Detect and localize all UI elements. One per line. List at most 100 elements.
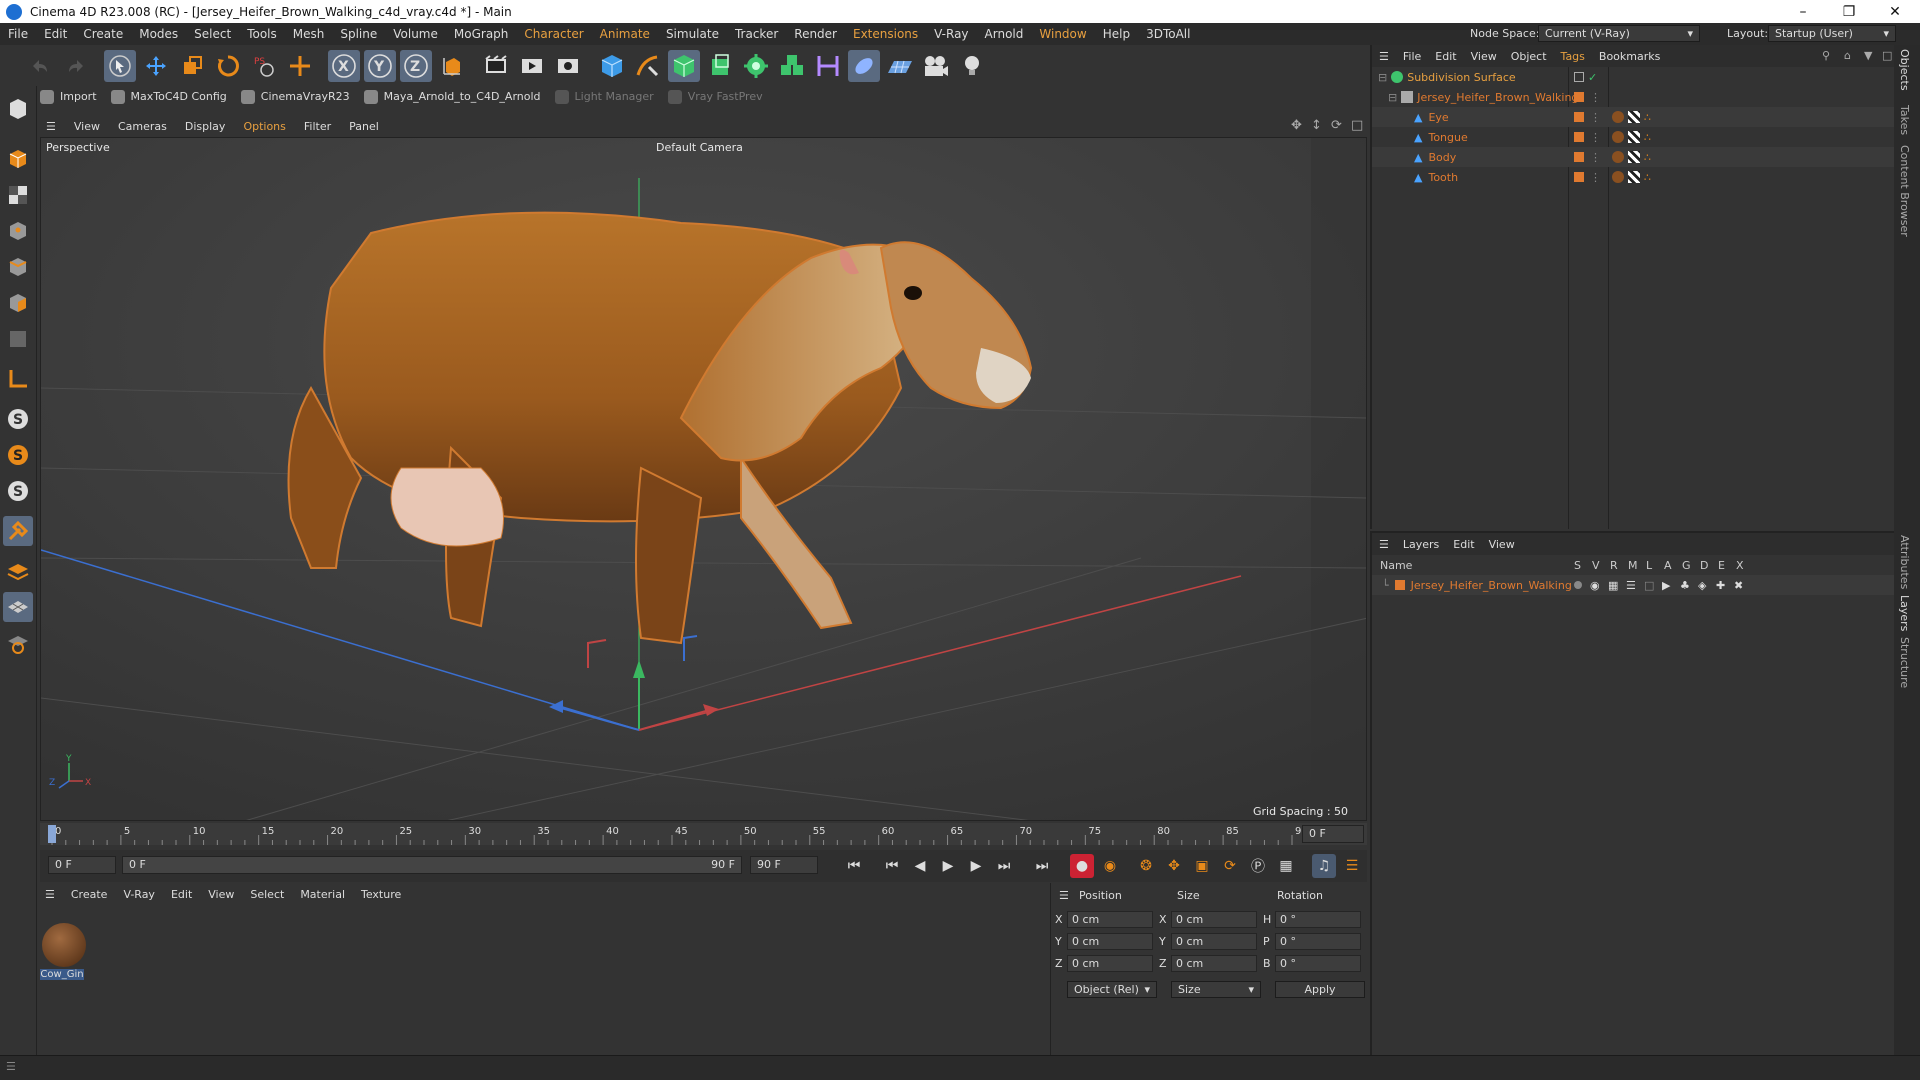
snap-button[interactable]: S [3,404,33,434]
floor-button[interactable] [884,50,916,82]
deformer-button[interactable] [812,50,844,82]
tab-takes[interactable]: Takes [1898,105,1911,135]
layer-hamburger-icon[interactable]: ☰ [1372,538,1396,551]
coordinate-system-button[interactable] [436,50,468,82]
menu-mesh[interactable]: Mesh [285,27,333,41]
menu-animate[interactable]: Animate [592,27,658,41]
model-mode-button[interactable] [3,144,33,174]
menu-render[interactable]: Render [786,27,845,41]
weight-tag-icon[interactable]: ∴ [1644,171,1651,184]
frame-range-slider[interactable]: 0 F 90 F [122,856,742,874]
quantize-button[interactable]: S [3,476,33,506]
tab-layers[interactable]: Layers [1898,595,1911,631]
uvw-tag-icon[interactable] [1628,151,1640,163]
polygons-mode-button[interactable] [3,288,33,318]
object-menu-object[interactable]: Object [1504,50,1554,63]
menu-tracker[interactable]: Tracker [727,27,786,41]
current-frame-field[interactable]: 0 F [1302,825,1364,843]
workplane-button[interactable] [3,364,33,394]
menu-spline[interactable]: Spline [332,27,385,41]
edges-mode-button[interactable] [3,252,33,282]
layer-col-s[interactable]: S [1574,559,1581,572]
undo-button[interactable] [24,50,56,82]
timeline-settings-button[interactable]: ☰ [1340,854,1364,878]
viewport-menu-filter[interactable]: Filter [295,120,340,133]
pan-view-icon[interactable]: ✥ [1291,118,1302,133]
tab-structure[interactable]: Structure [1898,637,1911,688]
cinemavray-button[interactable]: CinemaVrayR23 [240,89,350,104]
material-tag-icon[interactable] [1612,131,1624,143]
object-row-subdivision-surface[interactable]: ⊟ Subdivision Surface ✓ [1372,67,1896,87]
menu-edit[interactable]: Edit [36,27,75,41]
tab-objects[interactable]: Objects [1898,49,1911,91]
layer-color-icon[interactable] [1394,580,1405,590]
filter-icon[interactable]: ▼ [1864,49,1872,62]
position-x-field[interactable]: 0 cm [1067,911,1153,928]
end-frame-field[interactable]: 90 F [750,856,818,874]
key-parameter-button[interactable]: Ⓟ [1246,854,1270,878]
visibility-dots-icon[interactable]: ⋮ [1590,151,1601,164]
weight-tag-icon[interactable]: ∴ [1644,131,1651,144]
new-view-icon[interactable]: □ [1882,49,1892,62]
cube-primitive-button[interactable] [596,50,628,82]
viewport-hamburger-icon[interactable]: ☰ [37,120,65,133]
z-axis-lock-button[interactable]: Z [400,49,432,82]
view-toggle-icon[interactable]: ◉ [1590,579,1600,592]
material-menu-material[interactable]: Material [292,888,353,901]
viewport-menu-display[interactable]: Display [176,120,235,133]
weight-tag-icon[interactable]: ∴ [1644,151,1651,164]
uvw-tag-icon[interactable] [1628,171,1640,183]
rotation-b-field[interactable]: 0 ° [1275,955,1361,972]
go-to-end-button[interactable]: ⏭ [1030,854,1054,878]
size-z-field[interactable]: 0 cm [1171,955,1257,972]
import-button[interactable]: Import [40,89,97,104]
rotate-tool-button[interactable] [212,50,244,82]
object-menu-edit[interactable]: Edit [1428,50,1463,63]
render-view-button[interactable] [480,50,512,82]
size-x-field[interactable]: 0 cm [1171,911,1257,928]
material-tag-icon[interactable] [1612,151,1624,163]
coordinate-mode-dropdown[interactable]: Object (Rel) ▾ [1067,981,1157,998]
points-mode-button[interactable] [3,216,33,246]
layer-col-a[interactable]: A [1664,559,1672,572]
material-name-label[interactable]: Cow_Gin [40,969,84,980]
maya-arnold-button[interactable]: Maya_Arnold_to_C4D_Arnold [363,89,541,104]
key-scale-button[interactable]: ▣ [1190,854,1214,878]
search-icon[interactable]: ⚲ [1822,49,1830,62]
animation-toggle-icon[interactable]: ▶ [1662,579,1670,592]
menu-create[interactable]: Create [75,27,131,41]
render-settings-button[interactable] [552,50,584,82]
layer-col-m[interactable]: M [1628,559,1638,572]
object-menu-tags[interactable]: Tags [1554,50,1592,63]
previous-frame-button[interactable]: ◀ [908,854,932,878]
object-menu-file[interactable]: File [1396,50,1428,63]
menu-vray[interactable]: V-Ray [926,27,976,41]
home-icon[interactable]: ⌂ [1844,49,1851,62]
sculpt-tool-button[interactable] [3,516,33,546]
play-button[interactable]: ▶ [936,854,960,878]
size-y-field[interactable]: 0 cm [1171,933,1257,950]
rotation-p-field[interactable]: 0 ° [1275,933,1361,950]
material-menu-view[interactable]: View [200,888,242,901]
menu-character[interactable]: Character [516,27,591,41]
make-editable-button[interactable] [3,94,33,124]
render-picture-viewer-button[interactable] [516,50,548,82]
lod-button[interactable] [3,556,33,586]
weight-tag-icon[interactable]: ∴ [1644,111,1651,124]
object-menu-view[interactable]: View [1464,50,1504,63]
visibility-dots-icon[interactable]: ⋮ [1590,91,1601,104]
layer-menu-layers[interactable]: Layers [1396,538,1446,551]
y-axis-lock-button[interactable]: Y [364,49,396,82]
close-button[interactable]: ✕ [1872,0,1918,23]
rotate-view-icon[interactable]: ⟳ [1331,118,1342,133]
collapse-icon[interactable]: ⊟ [1388,91,1397,104]
menu-volume[interactable]: Volume [385,27,446,41]
menu-arnold[interactable]: Arnold [977,27,1032,41]
visibility-dots-icon[interactable]: ⋮ [1590,131,1601,144]
object-hamburger-icon[interactable]: ☰ [1372,50,1396,63]
keyframe-selection-button[interactable]: ❂ [1134,854,1158,878]
key-position-button[interactable]: ✥ [1162,854,1186,878]
next-key-button[interactable]: ⏭ [992,854,1016,878]
enabled-check-icon[interactable]: ✓ [1588,71,1597,84]
status-menu-icon[interactable]: ☰ [6,1060,16,1073]
